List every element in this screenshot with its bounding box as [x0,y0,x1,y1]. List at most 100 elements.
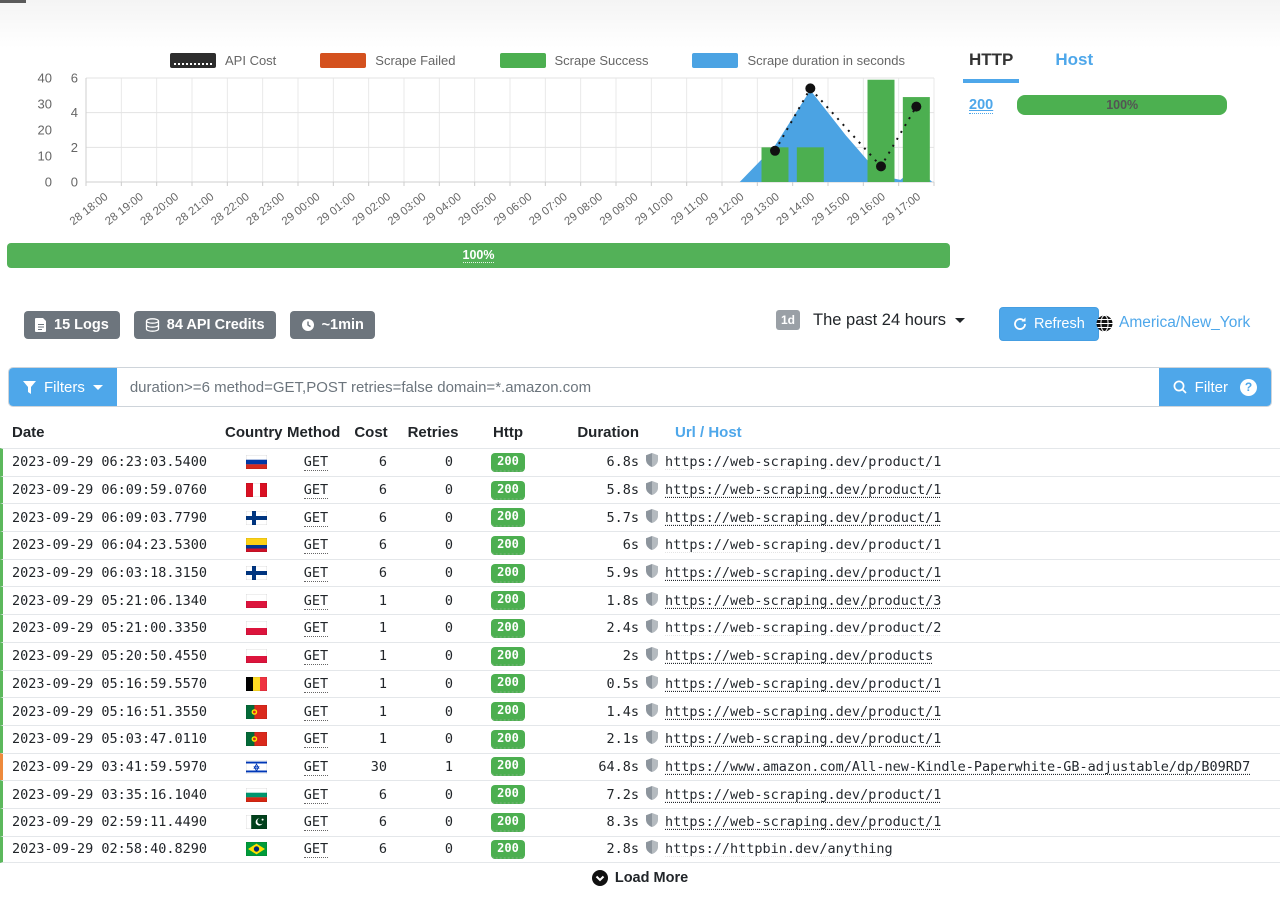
svg-text:29 14:00: 29 14:00 [775,191,818,228]
log-retries: 0 [397,814,469,830]
log-row[interactable]: 2023-09-29 06:03:18.3150GET602005.9shttp… [0,559,1280,587]
log-method[interactable]: GET [287,731,345,747]
log-method[interactable]: GET [287,787,345,803]
http-status-badge[interactable]: 200 [491,647,525,666]
http-status-badge[interactable]: 200 [491,619,525,638]
log-row[interactable]: 2023-09-29 03:35:16.1040GET602007.2shttp… [0,780,1280,808]
log-http-status[interactable]: 200 [469,840,547,859]
log-url-link[interactable]: https://web-scraping.dev/product/1 [665,814,941,830]
http-status-badge[interactable]: 200 [491,481,525,500]
http-status-badge[interactable]: 200 [491,757,525,776]
log-url-link[interactable]: https://web-scraping.dev/products [665,648,933,664]
http-status-badge[interactable]: 200 [491,702,525,721]
log-http-status[interactable]: 200 [469,813,547,832]
http-status-badge[interactable]: 200 [491,508,525,527]
log-row[interactable]: 2023-09-29 05:21:00.3350GET102002.4shttp… [0,614,1280,642]
log-http-status[interactable]: 200 [469,619,547,638]
http-status-badge[interactable]: 200 [491,730,525,749]
log-url-link[interactable]: https://web-scraping.dev/product/2 [665,620,941,636]
log-url-link[interactable]: https://web-scraping.dev/product/1 [665,565,941,581]
log-method[interactable]: GET [287,565,345,581]
log-url-link[interactable]: https://web-scraping.dev/product/1 [665,731,941,747]
log-http-status[interactable]: 200 [469,564,547,583]
log-http-status[interactable]: 200 [469,674,547,693]
http-status-badge[interactable]: 200 [491,536,525,555]
tab-host[interactable]: Host [1049,46,1099,83]
log-row[interactable]: 2023-09-29 05:20:50.4550GET102002shttps:… [0,642,1280,670]
legend-item[interactable]: Scrape Success [500,53,649,68]
log-url-link[interactable]: https://web-scraping.dev/product/1 [665,787,941,803]
log-retries: 0 [397,510,469,526]
log-row[interactable]: 2023-09-29 03:41:59.5970GET30120064.8sht… [0,753,1280,781]
legend-item[interactable]: Scrape duration in seconds [692,53,905,68]
log-url-link[interactable]: https://web-scraping.dev/product/1 [665,704,941,720]
column-header-url-host[interactable]: Url / Host [665,424,1280,441]
success-rate-label[interactable]: 100% [463,248,495,263]
http-status-badge[interactable]: 200 [491,785,525,804]
log-method[interactable]: GET [287,537,345,553]
log-method[interactable]: GET [287,620,345,636]
filter-apply-button[interactable]: Filter ? [1159,368,1271,406]
duration-total-label: ~1min [322,317,364,333]
log-method[interactable]: GET [287,593,345,609]
log-row[interactable]: 2023-09-29 02:58:40.8290GET602002.8shttp… [0,836,1280,864]
range-dropdown[interactable]: The past 24 hours [813,311,965,330]
log-method[interactable]: GET [287,841,345,857]
log-duration: 5.9s [547,565,639,581]
http-status-badge[interactable]: 200 [491,591,525,610]
log-method[interactable]: GET [287,676,345,692]
log-http-status[interactable]: 200 [469,647,547,666]
log-country [225,814,287,830]
log-row[interactable]: 2023-09-29 05:16:59.5570GET102000.5shttp… [0,670,1280,698]
log-method[interactable]: GET [287,510,345,526]
log-http-status[interactable]: 200 [469,536,547,555]
log-row[interactable]: 2023-09-29 06:04:23.5300GET602006shttps:… [0,531,1280,559]
log-row[interactable]: 2023-09-29 05:16:51.3550GET102001.4shttp… [0,697,1280,725]
tab-http[interactable]: HTTP [963,46,1019,83]
status-code-link[interactable]: 200 [969,97,993,114]
log-url-link[interactable]: https://web-scraping.dev/product/3 [665,593,941,609]
log-url-link[interactable]: https://web-scraping.dev/product/1 [665,454,941,470]
http-status-badge[interactable]: 200 [491,564,525,583]
log-row[interactable]: 2023-09-29 05:21:06.1340GET102001.8shttp… [0,586,1280,614]
log-method[interactable]: GET [287,814,345,830]
log-http-status[interactable]: 200 [469,591,547,610]
http-status-badge[interactable]: 200 [491,840,525,859]
log-method[interactable]: GET [287,648,345,664]
help-icon[interactable]: ? [1240,379,1257,396]
log-url-link[interactable]: https://web-scraping.dev/product/1 [665,676,941,692]
shield-icon [646,592,658,606]
log-http-status[interactable]: 200 [469,785,547,804]
filter-query-input[interactable] [117,368,1159,406]
log-url-link[interactable]: https://web-scraping.dev/product/1 [665,537,941,553]
legend-label: API Cost [225,53,276,68]
log-url-link[interactable]: https://web-scraping.dev/product/1 [665,510,941,526]
refresh-button[interactable]: Refresh [999,307,1099,341]
log-method[interactable]: GET [287,454,345,470]
log-row[interactable]: 2023-09-29 06:09:59.0760GET602005.8shttp… [0,476,1280,504]
legend-item[interactable]: Scrape Failed [320,53,455,68]
log-url-link[interactable]: https://httpbin.dev/anything [665,841,893,857]
log-http-status[interactable]: 200 [469,730,547,749]
log-method[interactable]: GET [287,759,345,775]
log-row[interactable]: 2023-09-29 05:03:47.0110GET102002.1shttp… [0,725,1280,753]
load-more-button[interactable]: Load More [0,870,1280,886]
http-status-badge[interactable]: 200 [491,674,525,693]
log-method[interactable]: GET [287,704,345,720]
log-http-status[interactable]: 200 [469,757,547,776]
timezone-link[interactable]: America/New_York [1119,314,1250,332]
log-row[interactable]: 2023-09-29 06:23:03.5400GET602006.8shttp… [0,448,1280,476]
log-http-status[interactable]: 200 [469,702,547,721]
log-http-status[interactable]: 200 [469,481,547,500]
log-http-status[interactable]: 200 [469,508,547,527]
legend-item[interactable]: API Cost [170,53,276,68]
log-method[interactable]: GET [287,482,345,498]
log-url-link[interactable]: https://web-scraping.dev/product/1 [665,482,941,498]
log-row[interactable]: 2023-09-29 02:59:11.4490GET602008.3shttp… [0,808,1280,836]
log-http-status[interactable]: 200 [469,453,547,472]
filters-dropdown-button[interactable]: Filters [9,368,117,406]
log-url-link[interactable]: https://www.amazon.com/All-new-Kindle-Pa… [665,759,1250,775]
http-status-badge[interactable]: 200 [491,813,525,832]
log-row[interactable]: 2023-09-29 06:09:03.7790GET602005.7shttp… [0,503,1280,531]
http-status-badge[interactable]: 200 [491,453,525,472]
